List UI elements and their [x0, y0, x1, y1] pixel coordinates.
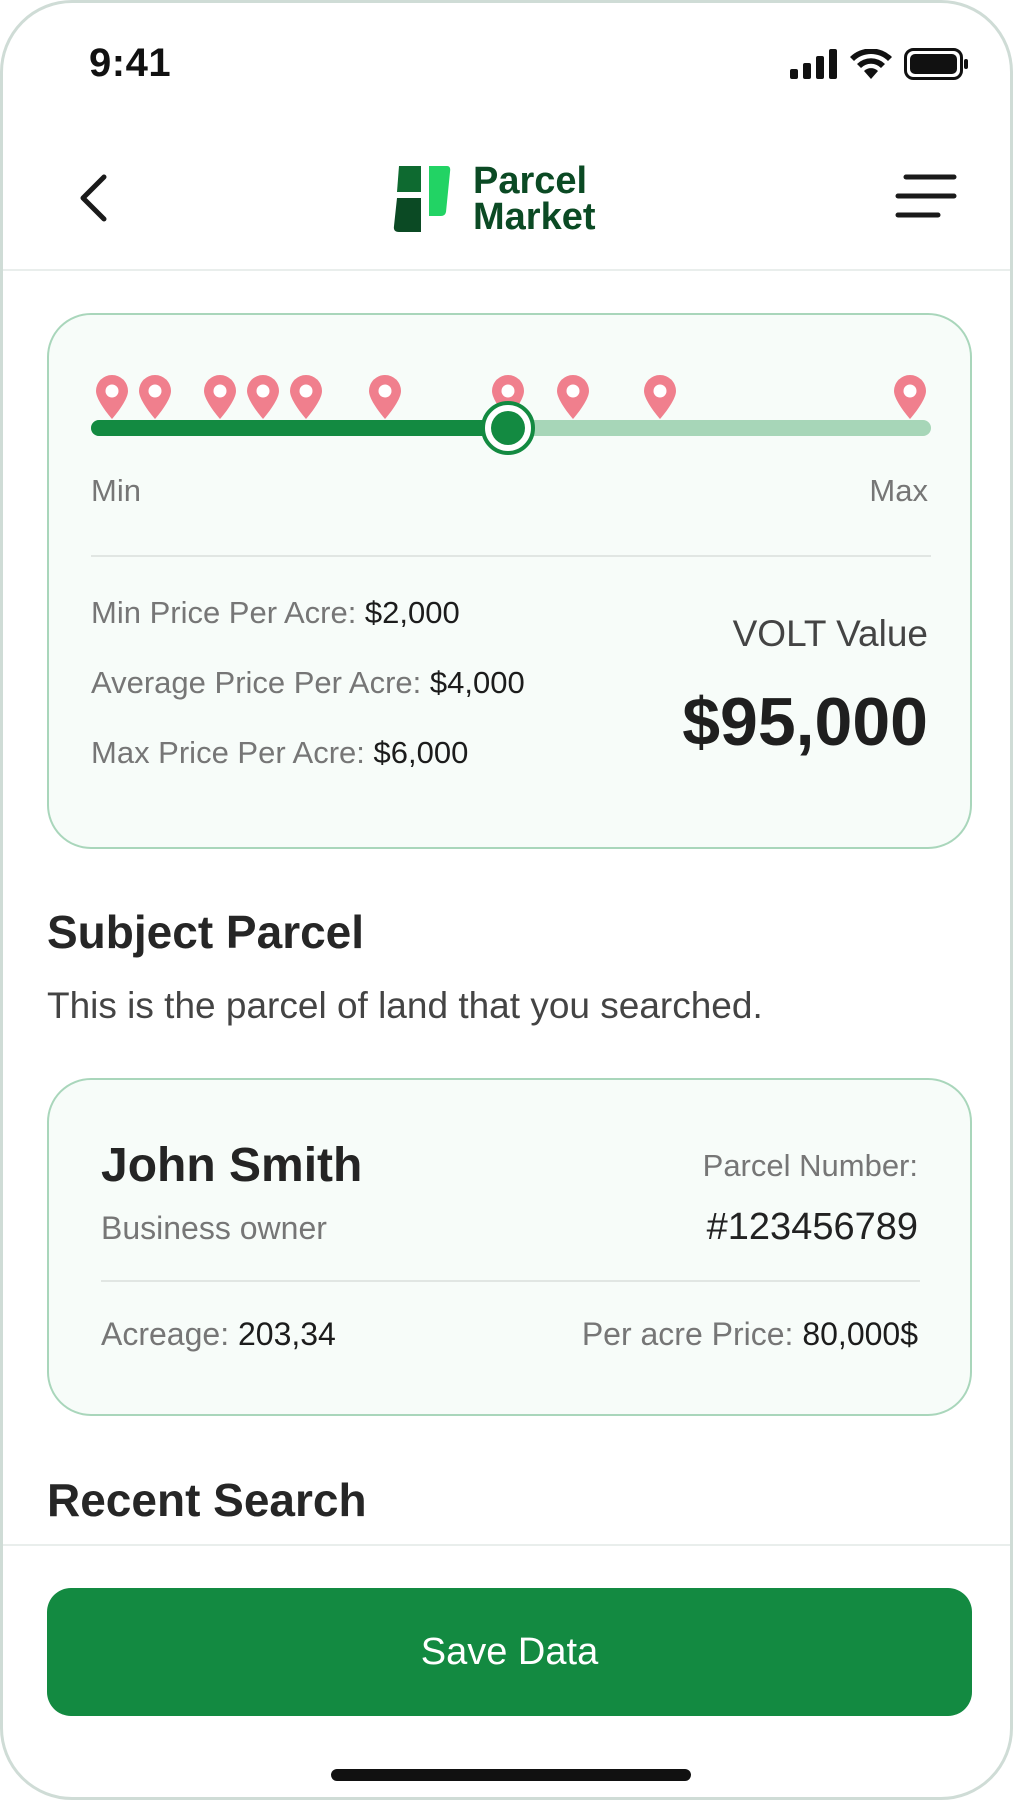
volt-value-label: VOLT Value — [732, 613, 928, 654]
min-price-stat: Min Price Per Acre: $2,000 — [91, 595, 460, 631]
acreage-stat: Acreage: 203,34 — [101, 1316, 336, 1353]
avg-price-label: Average Price Per Acre: — [91, 665, 430, 700]
max-price-label: Max Price Per Acre: — [91, 735, 374, 770]
slider-track-fill — [91, 420, 509, 436]
location-pin-icon[interactable] — [289, 375, 323, 419]
wifi-icon — [850, 49, 892, 79]
parcel-logo-icon — [393, 166, 451, 232]
max-price-stat: Max Price Per Acre: $6,000 — [91, 735, 468, 771]
recent-search-title: Recent Search — [47, 1474, 367, 1526]
parcel-number-label: Parcel Number: — [702, 1148, 918, 1183]
menu-button[interactable] — [894, 173, 958, 219]
location-pin-icon[interactable] — [643, 375, 677, 419]
per-acre-price-stat: Per acre Price: 80,000$ — [582, 1316, 918, 1353]
slider-min-label: Min — [91, 473, 141, 508]
status-icons — [790, 47, 970, 81]
divider — [91, 555, 931, 557]
chevron-left-icon — [80, 174, 107, 222]
location-pin-icon[interactable] — [138, 375, 172, 419]
owner-role: Business owner — [101, 1210, 327, 1246]
location-pin-icon[interactable] — [893, 375, 927, 419]
logo-line-1: Parcel — [473, 160, 588, 202]
logo-line-2: Market — [473, 196, 596, 238]
slider-max-label: Max — [869, 473, 928, 508]
per-acre-price-value: 80,000$ — [802, 1316, 918, 1352]
home-indicator — [331, 1769, 691, 1781]
location-pin-icon[interactable] — [246, 375, 280, 419]
status-time: 9:41 — [89, 41, 172, 85]
logo-wordmark: Parcel Market — [473, 160, 596, 238]
max-price-value: $6,000 — [373, 735, 469, 770]
battery-icon — [904, 48, 968, 80]
hamburger-menu-icon — [895, 174, 957, 218]
min-price-label: Min Price Per Acre: — [91, 595, 365, 630]
per-acre-price-label: Per acre Price: — [581, 1316, 803, 1352]
slider-thumb[interactable] — [481, 401, 536, 455]
subject-parcel-subtitle: This is the parcel of land that you sear… — [47, 985, 763, 1026]
divider — [3, 1544, 1010, 1546]
location-pin-icon[interactable] — [95, 375, 129, 419]
price-slider[interactable] — [91, 375, 931, 455]
app-logo: Parcel Market — [393, 160, 596, 238]
owner-name: John Smith — [101, 1139, 363, 1192]
signal-icon — [790, 49, 837, 79]
phone-frame: 9:41 Parcel Market Min Max Min Price Per… — [0, 0, 1013, 1800]
avg-price-stat: Average Price Per Acre: $4,000 — [91, 665, 525, 701]
volt-value-amount: $95,000 — [682, 684, 928, 760]
parcel-number-value: #123456789 — [706, 1206, 918, 1248]
divider — [101, 1280, 920, 1282]
location-pin-icon[interactable] — [556, 375, 590, 419]
avg-price-value: $4,000 — [429, 665, 525, 700]
subject-parcel-title: Subject Parcel — [47, 906, 365, 958]
acreage-label: Acreage: — [101, 1316, 238, 1352]
app-header: Parcel Market — [3, 123, 1010, 271]
save-data-button[interactable]: Save Data — [47, 1588, 972, 1716]
location-pin-icon[interactable] — [368, 375, 402, 419]
location-pin-icon[interactable] — [203, 375, 237, 419]
subject-parcel-card[interactable]: John Smith Business owner Parcel Number:… — [47, 1078, 972, 1416]
acreage-value: 203,34 — [237, 1316, 336, 1352]
price-range-card: Min Max Min Price Per Acre: $2,000 Avera… — [47, 313, 972, 849]
back-button[interactable] — [67, 163, 119, 233]
min-price-value: $2,000 — [364, 595, 460, 630]
